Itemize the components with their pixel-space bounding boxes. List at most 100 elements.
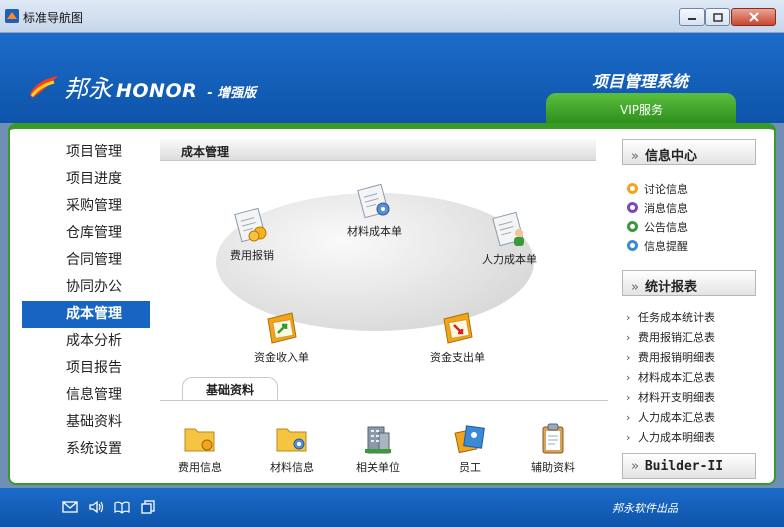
minimize-button[interactable] (679, 8, 705, 26)
report-item-label: 材料成本汇总表 (638, 371, 715, 384)
double-chevron-icon: » (631, 149, 639, 164)
material-document-icon (356, 183, 389, 219)
fund-income-label: 资金收入单 (254, 351, 309, 364)
fund-payment-label: 资金支出单 (430, 351, 485, 364)
folder-coins-icon (184, 428, 215, 452)
chevron-right-icon: › (626, 390, 631, 404)
info-item-message[interactable]: 消息信息 (626, 198, 688, 217)
notice-icon (627, 221, 638, 232)
fund-income-icon (266, 312, 297, 344)
window-title: 标准导航图 (23, 11, 84, 25)
info-item-reminder[interactable]: 信息提醒 (626, 236, 688, 255)
report-item[interactable]: › 材料开支明细表 (626, 387, 715, 407)
chevron-right-icon: › (626, 330, 631, 344)
fund-payment-icon (442, 312, 473, 344)
maximize-button[interactable] (705, 8, 730, 26)
double-chevron-icon: » (631, 280, 639, 295)
double-chevron-icon: » (631, 459, 639, 474)
fund-payment-item[interactable]: 资金支出单 (430, 307, 485, 365)
close-button[interactable] (731, 8, 776, 26)
labor-cost-label: 人力成本单 (482, 253, 537, 266)
info-item-label: 公告信息 (644, 220, 688, 234)
nav-item-project-progress[interactable]: 项目进度 (22, 166, 150, 193)
reports-button[interactable]: » 统计报表 (622, 270, 756, 296)
basic-data-tab[interactable]: 基础资料 (182, 377, 278, 401)
aux-data-item[interactable]: 辅助资料 (531, 421, 575, 475)
report-item-label: 任务成本统计表 (638, 311, 715, 324)
report-item[interactable]: › 费用报销明细表 (626, 347, 715, 367)
brand-name-en: HONOR (116, 80, 198, 102)
report-item[interactable]: › 材料成本汇总表 (626, 367, 715, 387)
labor-document-icon (491, 211, 524, 247)
related-units-label: 相关单位 (356, 461, 400, 474)
report-item[interactable]: › 任务成本统计表 (626, 307, 715, 327)
material-cost-label: 材料成本单 (347, 225, 402, 238)
staff-item[interactable]: 员工 (453, 421, 487, 475)
expense-claim-label: 费用报销 (230, 249, 274, 262)
vip-service-tab[interactable]: VIP服务 (546, 93, 736, 123)
mail-icon[interactable] (62, 500, 78, 514)
info-center-label: 信息中心 (644, 149, 697, 164)
nav-item-collaboration[interactable]: 协同办公 (22, 274, 150, 301)
nav-item-info-mgmt[interactable]: 信息管理 (22, 382, 150, 409)
app-header: 邦永 HONOR - 增强版 项目管理系统 VIP服务 (0, 33, 784, 123)
material-info-label: 材料信息 (270, 461, 314, 474)
info-item-label: 信息提醒 (644, 239, 688, 253)
fund-income-item[interactable]: 资金收入单 (254, 307, 309, 365)
minimize-icon (688, 18, 696, 20)
report-item[interactable]: › 费用报销汇总表 (626, 327, 715, 347)
info-item-notice[interactable]: 公告信息 (626, 217, 688, 236)
section-title: 成本管理 (160, 139, 596, 161)
staff-label: 员工 (459, 461, 481, 474)
staff-cards-icon (454, 425, 485, 454)
app-icon (5, 9, 19, 23)
window-titlebar: 标准导航图 (0, 0, 784, 33)
nav-item-system-settings[interactable]: 系统设置 (22, 436, 150, 463)
logo-icon (30, 75, 58, 98)
brand-name-cn: 邦永 (64, 75, 112, 103)
nav-item-project-report[interactable]: 项目报告 (22, 355, 150, 382)
report-item[interactable]: › 人力成本明细表 (626, 427, 715, 447)
report-item-label: 材料开支明细表 (638, 391, 715, 404)
main-panel: 项目管理 项目进度 采购管理 仓库管理 合同管理 协同办公 成本管理 成本分析 … (8, 123, 776, 485)
info-center-button[interactable]: » 信息中心 (622, 139, 756, 165)
chevron-right-icon: › (626, 350, 631, 364)
app-footer: 邦永软件出品 (0, 488, 784, 527)
report-item-label: 人力成本明细表 (638, 431, 715, 444)
nav-item-cost-analysis[interactable]: 成本分析 (22, 328, 150, 355)
nav-item-cost-mgmt[interactable]: 成本管理 (22, 301, 150, 328)
chevron-right-icon: › (626, 310, 631, 324)
info-list: 讨论信息 消息信息 公告信息 信息提醒 (626, 179, 688, 255)
nav-item-basic-data[interactable]: 基础资料 (22, 409, 150, 436)
left-nav: 项目管理 项目进度 采购管理 仓库管理 合同管理 协同办公 成本管理 成本分析 … (22, 139, 150, 463)
nav-item-contract[interactable]: 合同管理 (22, 247, 150, 274)
reminder-icon (627, 240, 638, 251)
close-icon (748, 12, 759, 22)
aux-data-label: 辅助资料 (531, 461, 575, 474)
expense-info-item[interactable]: 费用信息 (178, 421, 222, 475)
maximize-icon (712, 12, 723, 22)
chevron-right-icon: › (626, 370, 631, 384)
material-info-item[interactable]: 材料信息 (270, 421, 314, 475)
related-units-item[interactable]: 相关单位 (356, 421, 400, 475)
reports-label: 统计报表 (644, 280, 697, 295)
nav-item-warehouse[interactable]: 仓库管理 (22, 220, 150, 247)
info-item-label: 讨论信息 (644, 182, 688, 196)
discussion-icon (627, 183, 638, 194)
report-item-label: 费用报销明细表 (638, 351, 715, 364)
expense-claim-item[interactable]: 费用报销 (230, 205, 274, 263)
nav-item-project-mgmt[interactable]: 项目管理 (22, 139, 150, 166)
edition-label: - 增强版 (207, 86, 257, 101)
builder-button[interactable]: » Builder-II (622, 453, 756, 479)
brand-logo: 邦永 HONOR - 增强版 (28, 69, 256, 104)
info-item-discussion[interactable]: 讨论信息 (626, 179, 688, 198)
labor-cost-item[interactable]: 人力成本单 (482, 209, 537, 267)
expense-document-icon (234, 207, 267, 243)
speaker-icon[interactable] (88, 500, 104, 514)
nav-item-purchasing[interactable]: 采购管理 (22, 193, 150, 220)
book-icon[interactable] (114, 500, 130, 514)
material-cost-item[interactable]: 材料成本单 (347, 181, 402, 239)
report-item-label: 人力成本汇总表 (638, 411, 715, 424)
report-item[interactable]: › 人力成本汇总表 (626, 407, 715, 427)
copy-icon[interactable] (140, 500, 156, 514)
